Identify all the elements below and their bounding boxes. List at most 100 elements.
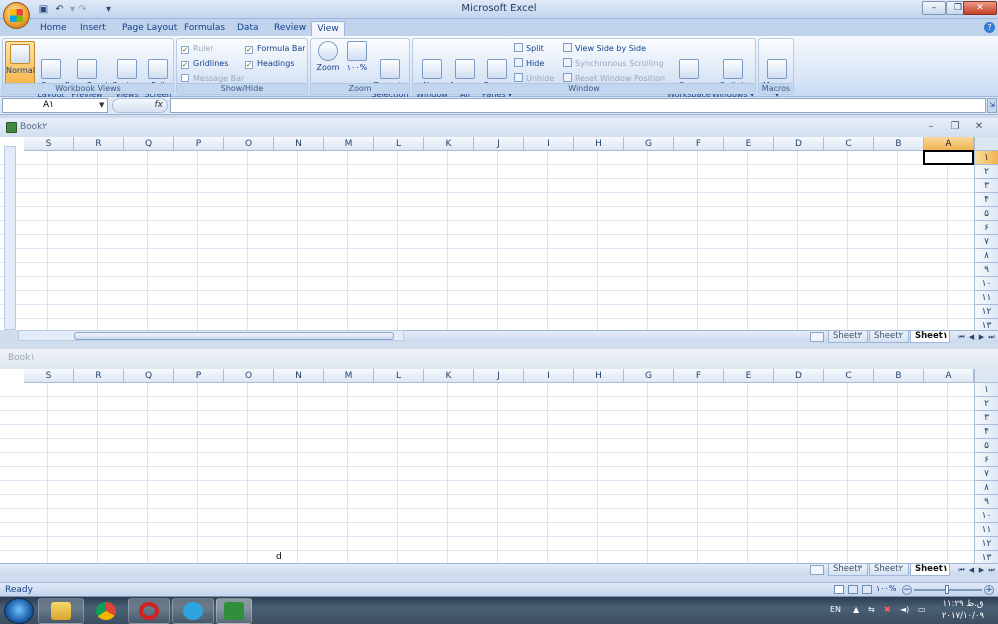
ruler-checkbox[interactable]: ✓ Ruler	[181, 42, 214, 55]
help-icon[interactable]: ?	[984, 22, 995, 33]
column-header[interactable]: E	[724, 369, 774, 383]
close-button[interactable]: ✕	[963, 1, 997, 15]
name-box[interactable]: A۱	[2, 98, 108, 113]
first-sheet-icon[interactable]: ⏮	[957, 565, 966, 575]
column-header[interactable]: R	[74, 369, 124, 383]
column-header[interactable]: M	[324, 137, 374, 151]
save-icon[interactable]: ▣	[37, 3, 50, 16]
customize-qat-icon[interactable]: ▾	[102, 3, 115, 16]
sync-scrolling-button[interactable]: Synchronous Scrolling	[563, 57, 663, 70]
column-header[interactable]: D	[774, 369, 824, 383]
headings-checkbox[interactable]: ✓ Headings	[245, 57, 294, 70]
column-header[interactable]: K	[424, 137, 474, 151]
worksheet-grid-1[interactable]: S R Q P O N M L K J I H G F E D C B A ۱ ۲ ۳ ۴ ۵ ۶ ۷ ۸ ۹ ۱۰ ۱۱ ۱۲ ۱۳	[0, 137, 998, 330]
horizontal-scrollbar[interactable]	[18, 330, 404, 341]
clock[interactable]: ق.ظ ۱۱:۲۹ ۲۰۱۷/۱۰/۰۹	[930, 598, 996, 622]
taskbar-telegram[interactable]	[172, 598, 214, 624]
row-header[interactable]: ۱۰	[974, 509, 998, 523]
tab-review[interactable]: Review	[270, 21, 310, 36]
normal-view-button[interactable]: Normal	[5, 41, 35, 85]
tab-formulas[interactable]: Formulas	[180, 21, 229, 36]
row-header[interactable]: ۱	[974, 383, 998, 397]
row-header[interactable]: ۳	[974, 411, 998, 425]
gridlines-checkbox[interactable]: ✓ Gridlines	[181, 57, 228, 70]
insert-function-button[interactable]: fx	[112, 98, 168, 113]
row-header[interactable]: ۱۲	[974, 537, 998, 551]
hide-button[interactable]: Hide	[514, 57, 544, 70]
tab-view[interactable]: View	[311, 21, 345, 36]
column-header[interactable]: A	[924, 137, 974, 151]
tray-expand-icon[interactable]: ▲	[853, 605, 859, 614]
sheet-tab[interactable]: Sheet۱	[910, 331, 950, 343]
column-header[interactable]: I	[524, 369, 574, 383]
row-header[interactable]: ۷	[974, 467, 998, 481]
normal-view-icon[interactable]	[834, 585, 844, 594]
column-header[interactable]: M	[324, 369, 374, 383]
column-header[interactable]: Q	[124, 369, 174, 383]
column-header[interactable]: O	[224, 137, 274, 151]
column-header[interactable]: R	[74, 137, 124, 151]
column-header[interactable]: A	[924, 369, 974, 383]
column-header[interactable]: I	[524, 137, 574, 151]
view-side-by-side-button[interactable]: View Side by Side	[563, 42, 646, 55]
window-minimize-icon[interactable]: –	[924, 121, 938, 132]
tab-insert[interactable]: Insert	[76, 21, 110, 36]
zoom-in-icon[interactable]: +	[984, 585, 994, 595]
row-header[interactable]: ۱	[974, 151, 998, 165]
column-header[interactable]: K	[424, 369, 474, 383]
column-header[interactable]: J	[474, 369, 524, 383]
insert-sheet-icon[interactable]	[810, 565, 824, 575]
zoom-100-button[interactable]: ۱۰۰%	[343, 41, 371, 72]
row-header[interactable]: ۶	[974, 453, 998, 467]
tab-page-layout[interactable]: Page Layout	[118, 21, 181, 36]
split-button[interactable]: Split	[514, 42, 544, 55]
row-header[interactable]: ۵	[974, 439, 998, 453]
row-header[interactable]: ۱۳	[974, 319, 998, 330]
formula-input[interactable]	[170, 98, 986, 113]
sheet-tab[interactable]: Sheet۳	[828, 564, 868, 576]
column-header[interactable]: L	[374, 137, 424, 151]
column-header[interactable]: B	[874, 137, 924, 151]
column-header[interactable]: C	[824, 369, 874, 383]
row-header[interactable]: ۲	[974, 165, 998, 179]
column-header[interactable]: Q	[124, 137, 174, 151]
last-sheet-icon[interactable]: ⏭	[987, 565, 996, 575]
minimize-button[interactable]: –	[922, 1, 946, 15]
zoom-out-icon[interactable]: −	[902, 585, 912, 595]
sheet-tab[interactable]: Sheet۱	[910, 564, 950, 576]
column-header[interactable]: C	[824, 137, 874, 151]
column-header[interactable]: S	[24, 369, 74, 383]
row-header[interactable]: ۱۱	[974, 291, 998, 305]
sheet-tab[interactable]: Sheet۲	[869, 564, 909, 576]
column-header[interactable]: P	[174, 137, 224, 151]
row-header[interactable]: ۱۱	[974, 523, 998, 537]
zoom-slider-thumb[interactable]	[945, 585, 949, 594]
row-header[interactable]: ۸	[974, 249, 998, 263]
redo-icon[interactable]: ↷	[76, 3, 89, 16]
zoom-button[interactable]: Zoom	[314, 41, 342, 72]
taskbar-excel[interactable]	[216, 598, 252, 624]
undo-icon[interactable]: ↶	[53, 3, 66, 16]
row-header[interactable]: ۹	[974, 263, 998, 277]
volume-icon[interactable]: ◄)	[900, 605, 909, 614]
tab-data[interactable]: Data	[233, 21, 263, 36]
sheet-tab[interactable]: Sheet۲	[869, 331, 909, 343]
row-header[interactable]: ۱۳	[974, 551, 998, 563]
select-all-corner[interactable]	[974, 369, 998, 383]
row-header[interactable]: ۱۰	[974, 277, 998, 291]
scroll-thumb[interactable]	[74, 332, 394, 340]
row-header[interactable]: ۴	[974, 193, 998, 207]
taskbar-chrome[interactable]	[86, 598, 126, 624]
zoom-level[interactable]: ۱۰۰%	[876, 584, 897, 593]
sheet-tab[interactable]: Sheet۳	[828, 331, 868, 343]
column-header[interactable]: G	[624, 369, 674, 383]
battery-icon[interactable]: ▭	[918, 605, 926, 614]
column-header[interactable]: F	[674, 369, 724, 383]
column-header[interactable]: J	[474, 137, 524, 151]
vertical-scrollbar[interactable]	[4, 146, 16, 330]
row-header[interactable]: ۵	[974, 207, 998, 221]
prev-sheet-icon[interactable]: ◀	[967, 332, 976, 342]
office-button[interactable]	[3, 2, 30, 29]
formula-bar-checkbox[interactable]: ✓ Formula Bar	[245, 42, 306, 55]
cell-n13[interactable]: d	[275, 550, 324, 563]
